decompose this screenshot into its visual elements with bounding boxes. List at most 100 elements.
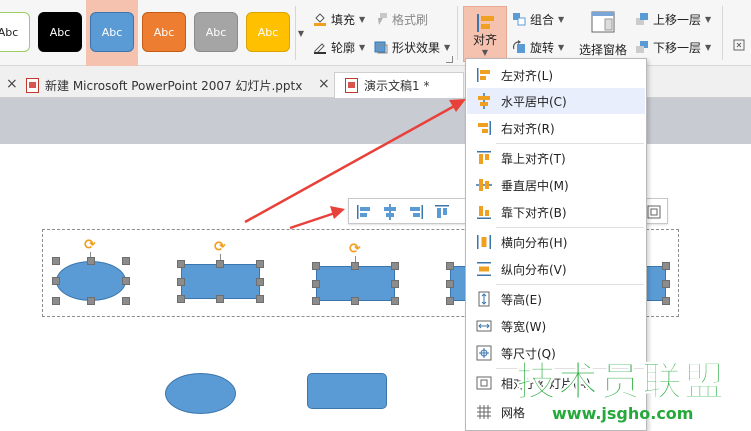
shape-effect-button[interactable]: 形状效果 ▼ — [374, 37, 450, 57]
caret-down-icon: ▼ — [444, 42, 451, 52]
menu-item-align-right[interactable]: 右对齐(R) — [467, 115, 645, 141]
menu-item-same-width[interactable]: 等宽(W) — [467, 313, 645, 339]
shape-style-swatch[interactable]: Abc — [246, 12, 290, 52]
resize-handle[interactable] — [122, 277, 130, 285]
document-tab-active[interactable]: 演示文稿1 * — [334, 72, 464, 98]
resize-handle[interactable] — [312, 280, 320, 288]
fill-button[interactable]: 填充 ▼ — [313, 9, 365, 29]
mini-align-right-icon[interactable] — [407, 203, 425, 221]
menu-separator — [496, 284, 644, 285]
close-icon[interactable]: × — [6, 77, 18, 91]
shape-effect-icon — [374, 40, 388, 54]
resize-handle[interactable] — [52, 257, 60, 265]
align-left-icon — [476, 67, 492, 83]
resize-handle[interactable] — [256, 278, 264, 286]
resize-handle[interactable] — [177, 260, 185, 268]
resize-handle[interactable] — [351, 297, 359, 305]
resize-handle[interactable] — [87, 297, 95, 305]
menu-item-align-bottom[interactable]: 靠下对齐(B) — [467, 199, 645, 225]
resize-handle[interactable] — [446, 262, 454, 270]
same-width-icon — [476, 318, 492, 334]
menu-item-align-top[interactable]: 靠上对齐(T) — [467, 145, 645, 171]
selected-ellipse-shape[interactable] — [56, 261, 126, 301]
menu-separator — [496, 227, 644, 228]
menu-item-distribute-horizontal[interactable]: 横向分布(H) — [467, 229, 645, 255]
caret-down-icon: ▼ — [558, 42, 565, 52]
mini-align-center-icon[interactable] — [381, 203, 399, 221]
outline-button[interactable]: 轮廓 ▼ — [313, 37, 365, 57]
selected-rectangle-shape[interactable] — [181, 264, 260, 299]
shape-style-swatch[interactable]: Abc — [0, 12, 30, 52]
relative-to-slide-icon — [476, 375, 492, 391]
shape-style-swatch[interactable]: Abc — [142, 12, 186, 52]
shape-style-swatch[interactable]: Abc — [194, 12, 238, 52]
rotate-button[interactable]: 旋转 ▼ — [512, 37, 564, 57]
resize-handle[interactable] — [256, 260, 264, 268]
resize-handle[interactable] — [662, 262, 670, 270]
resize-handle[interactable] — [122, 257, 130, 265]
caret-down-icon: ▼ — [297, 28, 305, 38]
mini-more-icon[interactable] — [645, 203, 663, 221]
resize-handle[interactable] — [87, 257, 95, 265]
align-center-horizontal-icon — [476, 93, 492, 109]
same-height-icon — [476, 291, 492, 307]
resize-handle[interactable] — [52, 297, 60, 305]
mini-align-top-icon[interactable] — [433, 203, 451, 221]
resize-handle[interactable] — [122, 297, 130, 305]
align-bottom-icon — [476, 204, 492, 220]
send-backward-button[interactable]: 下移一层 ▼ — [635, 37, 711, 57]
gallery-more-button[interactable]: ▼ — [295, 6, 306, 60]
dialog-launcher-icon[interactable] — [446, 56, 453, 63]
menu-item-distribute-vertical[interactable]: 纵向分布(V) — [467, 256, 645, 282]
caret-down-icon: ▼ — [359, 14, 366, 24]
mini-align-left-icon[interactable] — [355, 203, 373, 221]
group-icon — [512, 12, 526, 26]
resize-handle[interactable] — [312, 262, 320, 270]
rotate-handle-icon[interactable]: ⟳ — [84, 238, 98, 252]
distribute-horizontal-icon — [476, 234, 492, 250]
align-button[interactable]: 对齐 ▼ — [463, 6, 507, 62]
close-icon[interactable]: × — [318, 77, 330, 91]
resize-handle[interactable] — [52, 277, 60, 285]
rounded-rectangle-shape[interactable] — [307, 373, 387, 409]
selection-pane-button[interactable]: 选择窗格 — [576, 6, 630, 62]
document-tab[interactable]: 新建 Microsoft PowerPoint 2007 幻灯片.pptx — [26, 72, 302, 98]
resize-handle[interactable] — [391, 297, 399, 305]
resize-handle[interactable] — [662, 297, 670, 305]
resize-handle[interactable] — [216, 295, 224, 303]
caret-down-icon: ▼ — [359, 42, 366, 52]
menu-item-align-center[interactable]: 水平居中(C) — [467, 88, 645, 114]
ppt-file-icon — [345, 78, 358, 93]
menu-item-align-left[interactable]: 左对齐(L) — [467, 62, 645, 88]
resize-handle[interactable] — [662, 280, 670, 288]
resize-handle[interactable] — [256, 295, 264, 303]
resize-handle[interactable] — [446, 280, 454, 288]
bring-forward-button[interactable]: 上移一层 ▼ — [635, 9, 711, 29]
selection-pane-icon — [591, 11, 615, 36]
menu-item-same-height[interactable]: 等高(E) — [467, 286, 645, 312]
menu-item-align-middle[interactable]: 垂直居中(M) — [467, 172, 645, 198]
grid-icon — [476, 404, 492, 420]
rotate-handle-icon[interactable]: ⟳ — [349, 242, 363, 256]
ellipse-shape[interactable] — [165, 373, 236, 414]
align-middle-vertical-icon — [476, 177, 492, 193]
resize-handle[interactable] — [177, 278, 185, 286]
group-button[interactable]: 组合 ▼ — [512, 9, 564, 29]
resize-handle[interactable] — [391, 262, 399, 270]
watermark-title: 技术员联盟 — [516, 359, 726, 405]
rotate-handle-icon[interactable]: ⟳ — [214, 240, 228, 254]
resize-handle[interactable] — [312, 297, 320, 305]
resize-handle[interactable] — [446, 297, 454, 305]
selected-rectangle-shape[interactable] — [316, 266, 395, 301]
resize-handle[interactable] — [177, 295, 185, 303]
caret-down-icon: ▼ — [705, 14, 712, 24]
resize-handle[interactable] — [391, 280, 399, 288]
resize-handle[interactable] — [216, 260, 224, 268]
overflow-icon[interactable] — [732, 38, 746, 55]
distribute-vertical-icon — [476, 261, 492, 277]
format-brush-button[interactable]: 格式刷 — [374, 9, 428, 29]
align-top-icon — [476, 150, 492, 166]
shape-style-swatch[interactable]: Abc — [38, 12, 82, 52]
shape-style-swatch[interactable]: Abc — [90, 12, 134, 52]
resize-handle[interactable] — [351, 262, 359, 270]
